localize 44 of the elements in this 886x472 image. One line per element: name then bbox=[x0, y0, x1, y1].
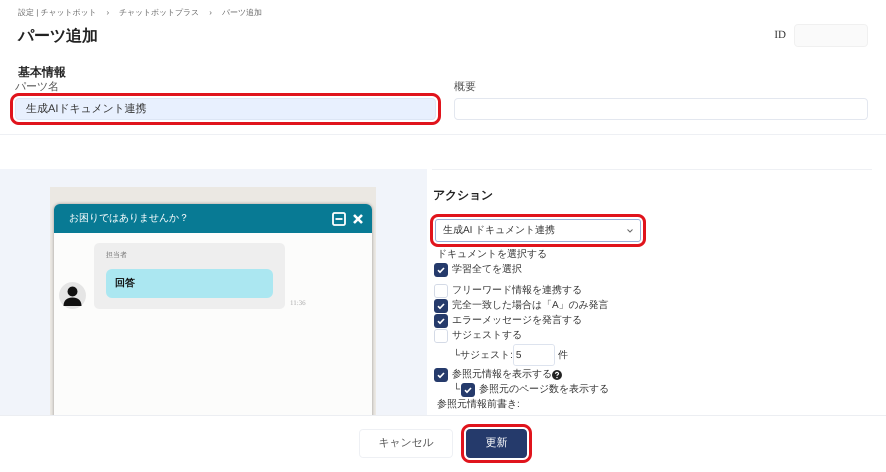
checkbox[interactable] bbox=[461, 382, 476, 396]
field-label: └サジェスト: bbox=[453, 348, 513, 362]
breadcrumb-separator: › bbox=[106, 7, 110, 19]
checkbox[interactable] bbox=[434, 328, 448, 342]
section-heading: 基本情報 bbox=[18, 64, 67, 81]
checkbox[interactable] bbox=[434, 368, 448, 382]
update-button[interactable]: 更新 bbox=[466, 428, 527, 458]
option-label: ドキュメントを選択する bbox=[436, 248, 548, 262]
summary-field[interactable] bbox=[454, 98, 868, 120]
suggest-count-field[interactable]: 5 bbox=[512, 344, 555, 366]
checkmark-icon bbox=[463, 384, 474, 394]
option-label: 参照元情報前書き: bbox=[436, 398, 521, 412]
unit-label: 件 bbox=[558, 348, 568, 362]
field-label: パーツ名 bbox=[15, 81, 60, 94]
checkmark-icon bbox=[436, 264, 446, 274]
checkbox[interactable] bbox=[434, 298, 448, 312]
help-icon[interactable] bbox=[552, 370, 562, 380]
page-title: パーツ追加 bbox=[18, 26, 99, 47]
checkbox[interactable] bbox=[434, 284, 448, 298]
breadcrumb-separator: › bbox=[209, 7, 212, 19]
caret-icon bbox=[627, 228, 633, 232]
checkbox[interactable] bbox=[434, 262, 448, 276]
tree-line: └ bbox=[453, 382, 460, 397]
avatar-icon bbox=[59, 282, 86, 308]
checkmark-icon bbox=[436, 370, 446, 380]
checkbox-label: 学習全てを選択 bbox=[452, 263, 522, 277]
checkbox[interactable] bbox=[434, 314, 448, 328]
minimize-icon[interactable] bbox=[332, 212, 346, 226]
field-label: 概要 bbox=[454, 81, 477, 94]
section-heading: アクション bbox=[433, 187, 494, 204]
breadcrumb-link[interactable]: パーツ追加 bbox=[222, 7, 262, 19]
cancel-button[interactable]: キャンセル bbox=[359, 428, 453, 458]
checkbox-label: 参照元のページ数を表示する bbox=[479, 382, 610, 397]
checkbox-label: サジェストする bbox=[452, 329, 522, 343]
checkbox-label: 参照元情報を表示する bbox=[452, 368, 552, 382]
checkbox-label: 完全一致した場合は「A」のみ発言 bbox=[452, 298, 609, 313]
chat-title: お困りではありませんか？ bbox=[69, 212, 189, 226]
breadcrumb-link[interactable]: 設定 | チャットボット bbox=[18, 7, 97, 19]
answer-text: 回答 bbox=[106, 268, 273, 298]
close-icon[interactable] bbox=[352, 212, 364, 224]
checkbox-label: エラーメッセージを発言する bbox=[452, 314, 582, 328]
breadcrumb-link[interactable]: チャットボットプラス bbox=[119, 7, 200, 19]
checkbox-label: フリーワード情報を連携する bbox=[452, 284, 582, 298]
id-label: ID bbox=[774, 28, 786, 44]
